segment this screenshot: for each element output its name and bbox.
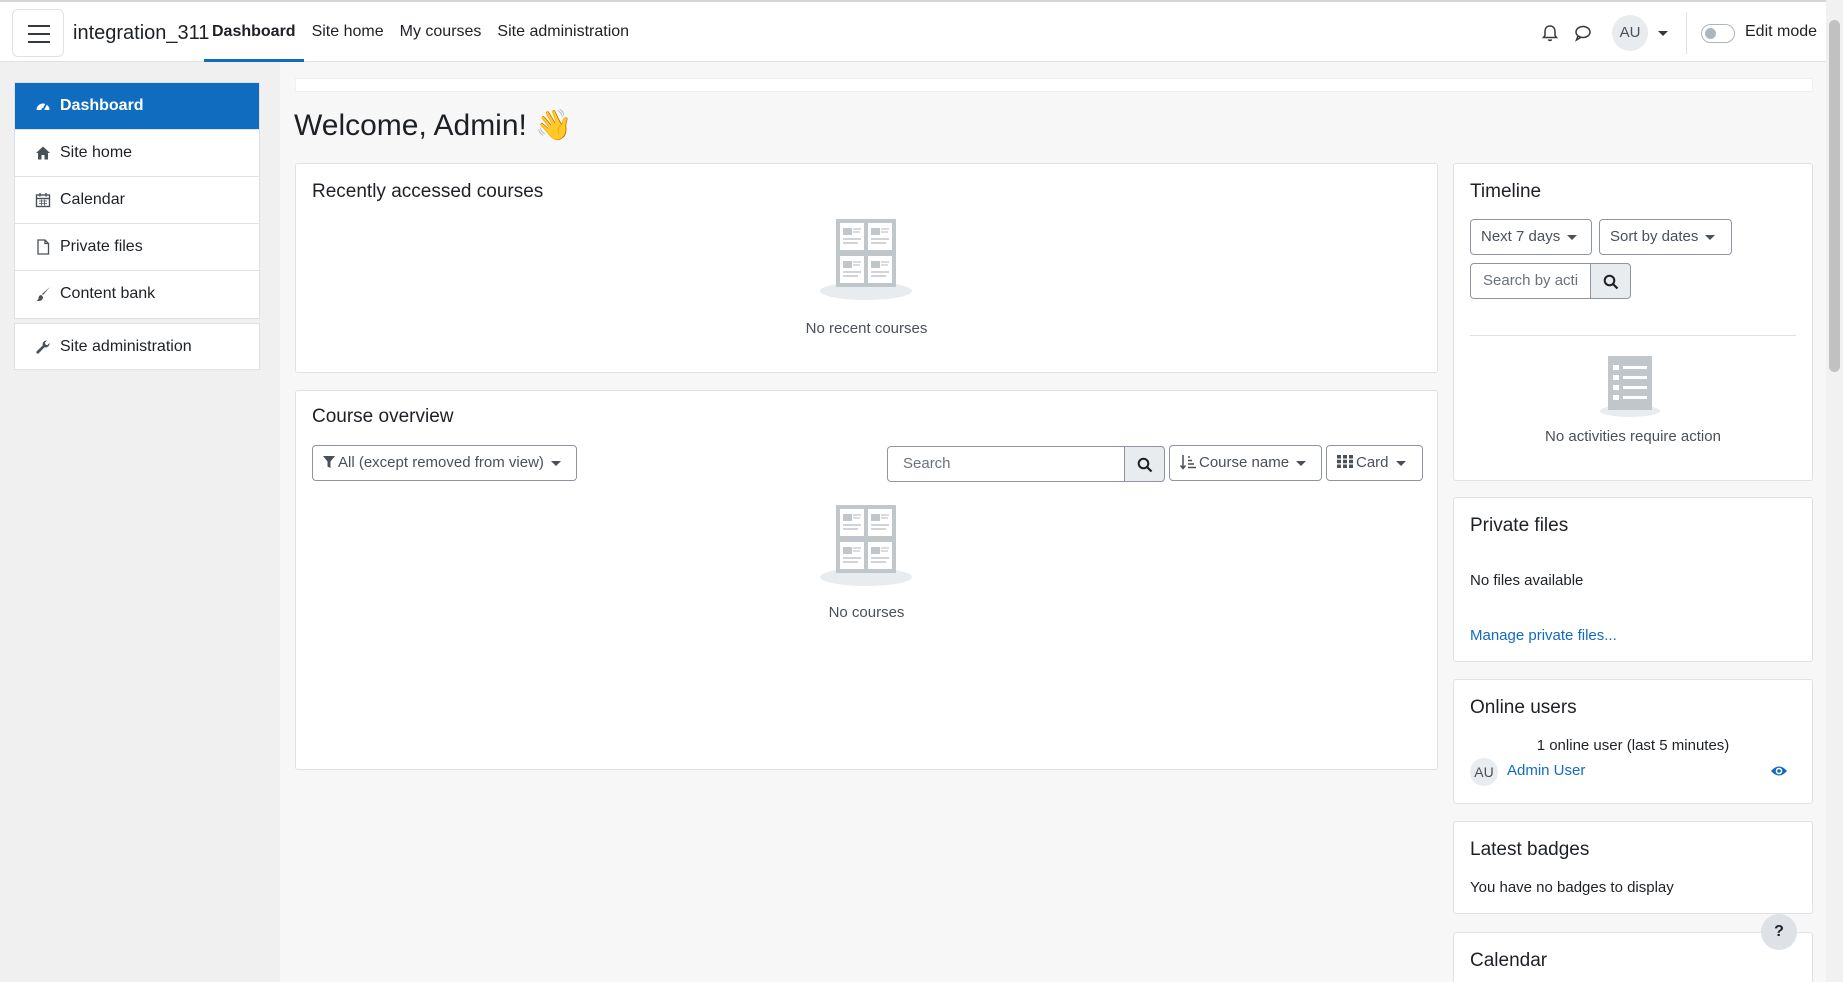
grouping-filter-dropdown[interactable]: All (except removed from view)	[312, 445, 577, 481]
latest-badges-block: Latest badges You have no badges to disp…	[1453, 821, 1813, 914]
recently-accessed-courses-block: Recently accessed courses No recent cour…	[295, 163, 1438, 373]
empty-message: No activities require action	[1545, 428, 1721, 445]
nav-site-home[interactable]: Site home	[304, 2, 392, 62]
edit-mode-label: Edit mode	[1745, 23, 1818, 40]
filter-label: All (except removed from view)	[338, 454, 544, 471]
drawer-item-label: Calendar	[60, 191, 125, 208]
primary-navigation: Dashboard Site home My courses Site admi…	[204, 2, 637, 62]
empty-message: No recent courses	[805, 320, 928, 337]
site-name[interactable]: integration_311	[73, 22, 209, 45]
course-search-button[interactable]	[1125, 446, 1165, 482]
drawer-item-content-bank[interactable]: Content bank	[15, 271, 259, 318]
course-search-input[interactable]: Search	[887, 446, 1125, 482]
block-title: Recently accessed courses	[312, 181, 544, 202]
top-navbar: integration_311 Dashboard Site home My c…	[0, 0, 1826, 62]
drawer-item-label: Private files	[60, 238, 143, 255]
online-users-summary: 1 online user (last 5 minutes)	[1536, 737, 1730, 754]
block-title: Calendar	[1470, 950, 1548, 971]
block-title: Online users	[1470, 697, 1577, 718]
courses-empty-icon	[820, 219, 912, 300]
timeline-divider	[1470, 335, 1796, 336]
private-files-block: Private files No files available Manage …	[1453, 497, 1813, 662]
user-menu-caret-icon[interactable]	[1658, 31, 1668, 36]
drawer-nav-list: Dashboard Site home Calendar Private fil…	[14, 82, 260, 319]
timeline-range-dropdown[interactable]: Next 7 days	[1470, 219, 1592, 255]
filter-icon	[323, 456, 335, 468]
range-label: Next 7 days	[1481, 228, 1561, 245]
wrench-icon	[36, 340, 50, 354]
block-title: Timeline	[1470, 181, 1542, 202]
drawer-toggle-button[interactable]	[12, 9, 64, 57]
nav-dashboard[interactable]: Dashboard	[204, 2, 304, 62]
calendar-block: Calendar	[1453, 932, 1813, 982]
course-overview-block: Course overview All (except removed from…	[295, 390, 1438, 770]
timeline-block: Timeline Next 7 days Sort by dates Searc…	[1453, 163, 1813, 481]
online-users-block: Online users 1 online user (last 5 minut…	[1453, 679, 1813, 804]
display-mode-label: Card	[1356, 454, 1389, 471]
display-mode-dropdown[interactable]: Card	[1326, 445, 1423, 481]
sort-label: Course name	[1199, 454, 1290, 471]
nav-my-courses[interactable]: My courses	[392, 2, 490, 62]
drawer-item-label: Dashboard	[60, 97, 144, 114]
online-user-link[interactable]: Admin User	[1507, 762, 1585, 779]
drawer-item-site-administration[interactable]: Site administration	[14, 323, 260, 370]
eye-icon[interactable]	[1770, 764, 1788, 778]
block-title: Private files	[1470, 515, 1569, 536]
dashboard-icon	[36, 103, 50, 111]
left-drawer: Dashboard Site home Calendar Private fil…	[0, 62, 280, 982]
courses-empty-icon	[820, 505, 912, 586]
manage-private-files-link[interactable]: Manage private files...	[1470, 627, 1617, 644]
block-title: Latest badges	[1470, 839, 1590, 860]
navbar-divider	[1686, 12, 1687, 54]
notification-bell-icon[interactable]	[1540, 23, 1560, 43]
drawer-item-private-files[interactable]: Private files	[15, 224, 259, 271]
help-button[interactable]: ?	[1761, 914, 1797, 950]
drawer-item-label: Content bank	[60, 285, 156, 302]
drawer-item-site-home[interactable]: Site home	[15, 130, 259, 177]
user-avatar[interactable]: AU	[1470, 758, 1498, 786]
drawer-item-calendar[interactable]: Calendar	[15, 177, 259, 224]
home-icon	[36, 146, 50, 160]
sort-dropdown[interactable]: Course name	[1169, 445, 1322, 481]
secondary-navigation-strip	[295, 78, 1813, 92]
timeline-search-button[interactable]	[1591, 263, 1631, 299]
nav-site-administration[interactable]: Site administration	[489, 2, 637, 62]
block-title: Course overview	[312, 406, 454, 427]
empty-message: No courses	[828, 604, 905, 621]
search-icon	[1603, 274, 1619, 290]
brush-icon	[36, 287, 50, 301]
activities-empty-icon	[1600, 356, 1660, 417]
timeline-search-input[interactable]: Search by acti	[1470, 263, 1591, 299]
file-icon	[37, 239, 50, 255]
calendar-icon	[35, 193, 51, 208]
page-title: Welcome, Admin! 👋	[294, 109, 573, 142]
badges-empty-message: You have no badges to display	[1470, 879, 1674, 896]
sort-label: Sort by dates	[1610, 228, 1699, 245]
drawer-item-label: Site home	[60, 144, 133, 161]
user-avatar[interactable]: AU	[1612, 15, 1648, 51]
page-scrollbar[interactable]	[1826, 0, 1843, 982]
messages-icon[interactable]	[1573, 23, 1593, 43]
drawer-item-dashboard[interactable]: Dashboard	[15, 83, 259, 130]
search-icon	[1137, 457, 1153, 473]
files-empty-message: No files available	[1470, 572, 1584, 589]
edit-mode-toggle[interactable]	[1701, 24, 1735, 43]
drawer-item-label: Site administration	[60, 338, 192, 355]
timeline-sort-dropdown[interactable]: Sort by dates	[1599, 219, 1732, 255]
sort-icon	[1179, 455, 1196, 470]
grid-icon	[1337, 455, 1353, 468]
